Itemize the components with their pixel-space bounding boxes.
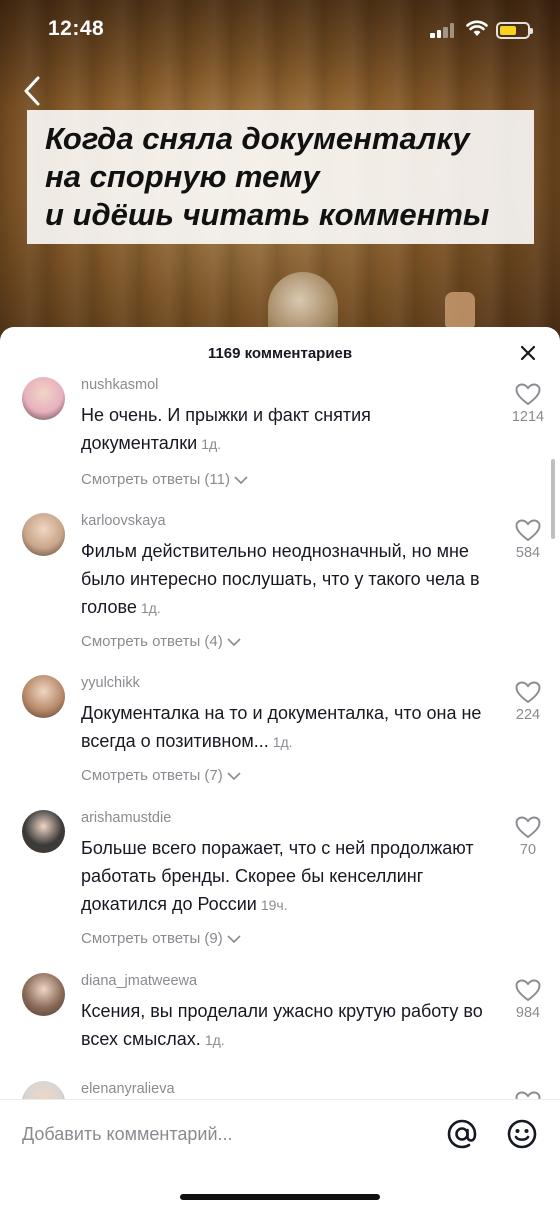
like-count: 70 [519, 842, 537, 858]
add-comment-input[interactable] [22, 1120, 402, 1148]
comment-username[interactable]: karloovskaya [81, 513, 166, 529]
avatar[interactable] [22, 1081, 65, 1099]
sheet-header: 1169 комментариев [0, 327, 560, 381]
like-button[interactable]: 584 [508, 519, 548, 561]
comment-username[interactable]: arishamustdie [81, 810, 171, 826]
cellular-signal-icon [430, 23, 456, 38]
avatar[interactable] [22, 377, 65, 420]
comment-time: 19ч. [260, 897, 288, 913]
comment-time: 1д. [204, 1032, 225, 1048]
heart-icon [515, 681, 541, 704]
like-count: 224 [515, 707, 541, 723]
comment-username[interactable]: yyulchikk [81, 675, 140, 691]
caption-line: Когда сняла документалку [45, 121, 470, 156]
battery-level [500, 26, 516, 35]
like-button[interactable]: 984 [508, 979, 548, 1021]
caption-line: на спорную тему [45, 159, 320, 194]
comment-text: Не очень. И прыжки и факт снятия докумен… [81, 405, 371, 453]
caption-line: и идёшь читать комменты [45, 197, 490, 232]
like-count: 984 [515, 1005, 541, 1021]
close-icon[interactable] [518, 343, 538, 363]
comments-count-title: 1169 комментариев [207, 345, 353, 362]
heart-icon [515, 519, 541, 542]
comment-username[interactable]: nushkasmol [81, 377, 158, 393]
comment-username[interactable]: diana_jmatweewa [81, 973, 197, 989]
like-button[interactable]: 1214 [508, 383, 548, 425]
home-indicator [180, 1194, 380, 1200]
like-count: 1214 [511, 409, 545, 425]
video-hand [445, 292, 475, 328]
chevron-down-icon [227, 637, 241, 646]
battery-icon [496, 22, 533, 39]
view-replies-button[interactable]: Смотреть ответы (7) [81, 767, 241, 784]
like-count: 584 [515, 545, 541, 561]
back-icon[interactable] [20, 74, 46, 108]
heart-icon [515, 979, 541, 1002]
comment-username[interactable]: elenanyralieva [81, 1081, 175, 1097]
comment-time: 1д. [201, 436, 222, 452]
video-caption: Когда сняла документалку на спорную тему… [27, 110, 534, 244]
avatar[interactable] [22, 973, 65, 1016]
heart-icon [515, 383, 541, 406]
like-button[interactable]: 70 [508, 816, 548, 858]
view-replies-button[interactable]: Смотреть ответы (4) [81, 633, 241, 650]
avatar[interactable] [22, 513, 65, 556]
emoji-icon[interactable] [506, 1118, 538, 1150]
comment-text: Больше всего поражает, что с ней продолж… [81, 838, 474, 914]
comment-text: Ксения, вы проделали ужасно крутую работ… [81, 1001, 483, 1049]
avatar[interactable] [22, 675, 65, 718]
comment-text: Документалка на то и документалка, что о… [81, 703, 482, 751]
mention-icon[interactable] [446, 1118, 478, 1150]
comment-text: Фильм действительно неоднозначный, но мн… [81, 541, 480, 617]
comment-time: 1д. [140, 600, 161, 616]
comments-sheet: 1169 комментариев nushkasmol Не очень. И… [0, 327, 560, 1212]
scrollbar[interactable] [551, 459, 555, 539]
status-time: 12:48 [48, 17, 105, 40]
chevron-down-icon [227, 934, 241, 943]
heart-icon [515, 816, 541, 839]
comment-input-bar [0, 1099, 560, 1212]
like-button[interactable]: 224 [508, 681, 548, 723]
chevron-down-icon [227, 771, 241, 780]
comment-time: 1д. [272, 734, 293, 750]
view-replies-button[interactable]: Смотреть ответы (11) [81, 471, 248, 488]
heart-icon [515, 1091, 541, 1099]
status-bar: 12:48 [0, 0, 560, 62]
comments-list[interactable]: nushkasmol Не очень. И прыжки и факт сня… [0, 377, 560, 1099]
wifi-icon [466, 20, 488, 36]
chevron-down-icon [234, 475, 248, 484]
view-replies-button[interactable]: Смотреть ответы (9) [81, 930, 241, 947]
avatar[interactable] [22, 810, 65, 853]
like-button[interactable] [508, 1091, 548, 1099]
